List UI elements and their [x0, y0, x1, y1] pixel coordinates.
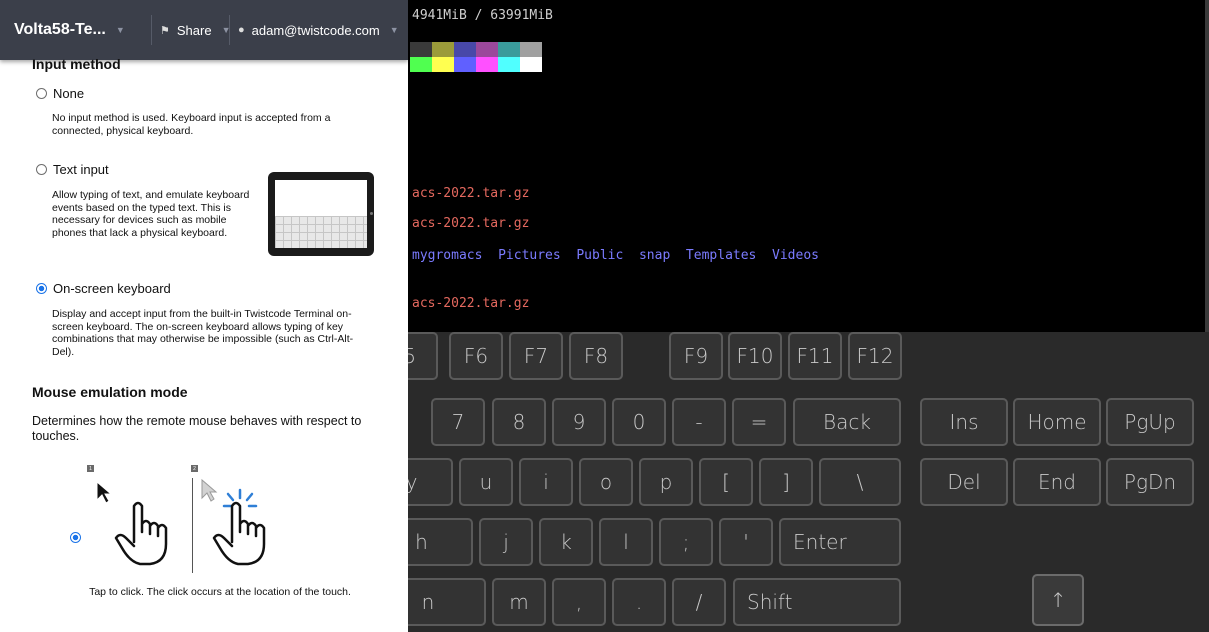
key-enter[interactable]: Enter [779, 518, 901, 566]
option-on-screen-keyboard[interactable]: On-screen keyboard [36, 281, 171, 296]
radio-touchscreen-mode[interactable] [70, 532, 87, 543]
key-number-row[interactable]: - [672, 398, 726, 446]
color-palette [410, 42, 542, 72]
key-home-row[interactable]: ; [659, 518, 713, 566]
key-number-row[interactable]: 0 [612, 398, 666, 446]
mouse-mode-title: Mouse emulation mode [32, 384, 188, 400]
user-email: adam@twistcode.com [251, 22, 380, 38]
palette-swatch [432, 42, 454, 57]
key-backspace[interactable]: Back [793, 398, 901, 446]
option-description: Allow typing of text, and emulate keyboa… [52, 189, 250, 239]
radio-on-screen-keyboard[interactable] [36, 283, 47, 294]
palette-swatch [454, 42, 476, 57]
key-bottom-row[interactable]: . [612, 578, 666, 626]
key-bottom-row[interactable]: , [552, 578, 606, 626]
key-ins[interactable]: Ins [920, 398, 1008, 446]
key-backslash[interactable]: \ [819, 458, 901, 506]
palette-swatch [476, 42, 498, 57]
chevron-down-icon: ▼ [115, 25, 125, 35]
key-pgdn[interactable]: PgDn [1106, 458, 1194, 506]
option-label: Text input [53, 162, 109, 177]
key-shift[interactable]: Shift [733, 578, 901, 626]
terminal-file-line: acs-2022.tar.gz [412, 216, 530, 231]
key-f11[interactable]: F11 [788, 332, 842, 380]
share-menu[interactable]: ⚑ Share ▼ [151, 15, 236, 45]
key-home-row[interactable]: k [539, 518, 593, 566]
settings-panel: Volta58-Te... ▼ ⚑ Share ▼ ● adam@twistco… [0, 0, 408, 632]
mode-badge: 2 [191, 465, 198, 472]
mouse-mode-caption: Tap to click. The click occurs at the lo… [89, 586, 351, 598]
key-f12[interactable]: F12 [848, 332, 902, 380]
key-top-row[interactable]: ] [759, 458, 813, 506]
tap-hand-icon [212, 501, 266, 566]
share-label: Share [176, 22, 212, 38]
option-none[interactable]: None [36, 86, 84, 101]
palette-swatch [410, 42, 432, 57]
top-bar: Volta58-Te... ▼ ⚑ Share ▼ ● adam@twistco… [0, 0, 408, 60]
connection-menu[interactable]: Volta58-Te... ▼ [14, 15, 149, 45]
palette-swatch [520, 57, 542, 72]
palette-swatch [454, 57, 476, 72]
option-description: No input method is used. Keyboard input … [52, 112, 331, 137]
radio-text-input[interactable] [36, 164, 47, 175]
radio-none[interactable] [36, 88, 47, 99]
palette-swatch [410, 57, 432, 72]
key-top-row[interactable]: i [519, 458, 573, 506]
option-description: Display and accept input from the built-… [52, 308, 354, 358]
key-top-row[interactable]: u [459, 458, 513, 506]
user-menu[interactable]: ● adam@twistcode.com ▼ [229, 15, 406, 45]
key-f7[interactable]: F7 [509, 332, 563, 380]
terminal-memory-line: 4941MiB / 63991MiB [412, 8, 553, 23]
palette-swatch [498, 42, 520, 57]
palette-swatch [520, 42, 542, 57]
option-label: None [53, 86, 85, 101]
key-del[interactable]: Del [920, 458, 1008, 506]
key-bottom-row[interactable]: m [492, 578, 546, 626]
key-bottom-row[interactable]: / [672, 578, 726, 626]
tap-hand-icon [114, 501, 168, 566]
connection-title: Volta58-Te... [14, 21, 106, 38]
option-text-input[interactable]: Text input [36, 162, 109, 177]
key-pgup[interactable]: PgUp [1106, 398, 1194, 446]
chevron-down-icon: ▼ [389, 25, 399, 35]
key-number-row[interactable]: = [732, 398, 786, 446]
mode-badge: 1 [87, 465, 94, 472]
key-number-row[interactable]: 7 [431, 398, 485, 446]
share-icon: ⚑ [160, 24, 170, 37]
palette-swatch [476, 57, 498, 72]
arrow-up-key[interactable]: ↑ [1032, 574, 1084, 626]
key-home-row[interactable]: ' [719, 518, 773, 566]
input-method-title: Input method [32, 56, 121, 72]
terminal-scrollbar[interactable] [1205, 0, 1209, 332]
divider [192, 478, 193, 573]
key-f8[interactable]: F8 [569, 332, 623, 380]
key-f9[interactable]: F9 [669, 332, 723, 380]
key-home-row[interactable]: l [599, 518, 653, 566]
terminal-file-line: acs-2022.tar.gz [412, 186, 530, 201]
keyboard-illustration [275, 216, 367, 248]
option-label: On-screen keyboard [53, 281, 171, 296]
key-number-row[interactable]: 8 [492, 398, 546, 446]
palette-swatch [432, 57, 454, 72]
key-end[interactable]: End [1013, 458, 1101, 506]
terminal-file-line: acs-2022.tar.gz [412, 296, 530, 311]
key-top-row[interactable]: p [639, 458, 693, 506]
terminal-directory-listing: mygromacs Pictures Public snap Templates… [412, 248, 819, 263]
user-icon: ● [238, 24, 245, 36]
key-f10[interactable]: F10 [728, 332, 782, 380]
mouse-mode-description: Determines how the remote mouse behaves … [32, 414, 362, 443]
key-top-row[interactable]: [ [699, 458, 753, 506]
key-home[interactable]: Home [1013, 398, 1101, 446]
tablet-illustration [268, 172, 374, 256]
palette-swatch [498, 57, 520, 72]
key-top-row[interactable]: o [579, 458, 633, 506]
key-home-row[interactable]: j [479, 518, 533, 566]
key-f6[interactable]: F6 [449, 332, 503, 380]
key-number-row[interactable]: 9 [552, 398, 606, 446]
